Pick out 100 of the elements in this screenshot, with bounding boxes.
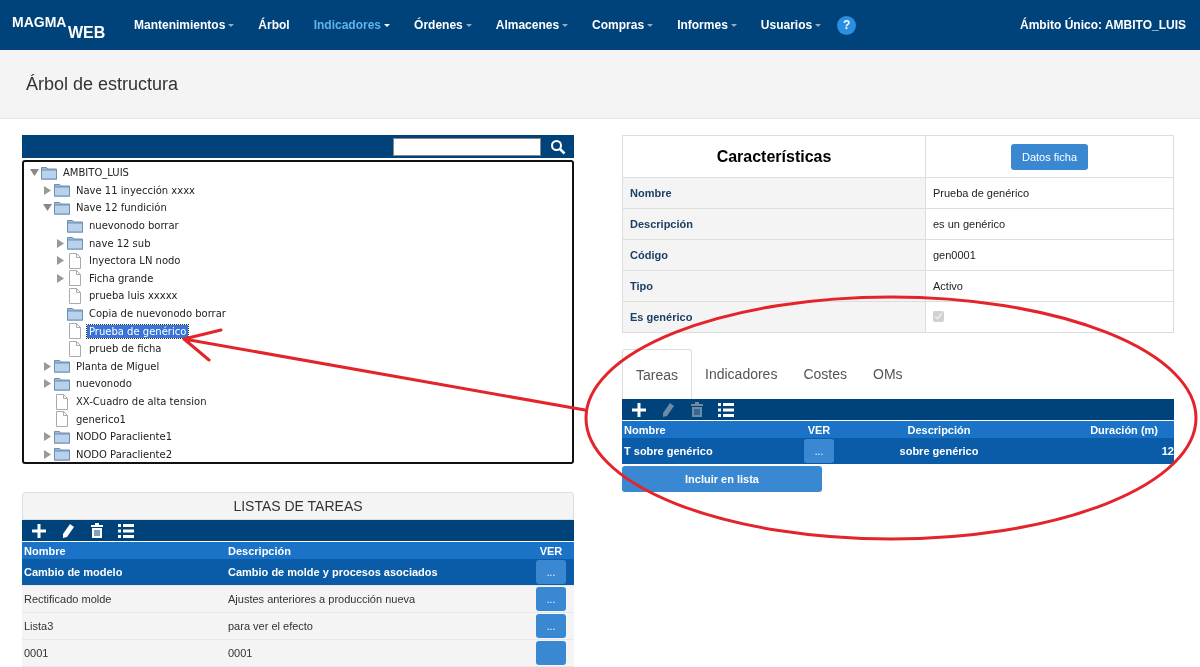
table-cell-text: 0001	[228, 647, 254, 659]
file-icon	[67, 270, 83, 287]
table-cell-text: para ver el efecto	[228, 620, 314, 632]
folder-icon	[67, 235, 83, 252]
plus-icon[interactable]	[631, 401, 647, 418]
field-label: Descripción	[622, 208, 926, 240]
table-cell-text: T sobre genérico	[623, 445, 714, 457]
column-header: Nombre	[623, 423, 667, 436]
view-button[interactable]: ...	[536, 587, 566, 611]
tree-item[interactable]: NODO Paracliente1	[74, 430, 175, 444]
column-header: Descripción	[228, 544, 292, 557]
table-row[interactable]: Lista3 para ver el efecto ...	[22, 613, 574, 640]
expand-icon[interactable]	[43, 449, 52, 459]
tree-item[interactable]: generico1	[74, 412, 128, 426]
scope-label: Ámbito Único: AMBITO_LUIS	[1020, 18, 1187, 32]
section-title: Características	[622, 135, 926, 178]
table-cell-text: Rectificado molde	[23, 593, 113, 605]
field-value: es un genérico	[925, 208, 1174, 240]
tree-item[interactable]: Copia de nuevonodo borrar	[87, 307, 228, 321]
folder-icon	[54, 428, 70, 445]
folder-icon	[54, 375, 70, 392]
table-cell-text: Lista3	[23, 620, 55, 632]
tree-item[interactable]: XX-Cuadro de alta tension	[74, 395, 209, 408]
file-icon	[67, 252, 83, 269]
column-header: Nombre	[23, 544, 67, 557]
tree-item[interactable]: NODO Paracliente2	[74, 447, 175, 461]
tree-item[interactable]: prueb de ficha	[87, 342, 164, 356]
file-icon	[67, 323, 83, 340]
tree-item[interactable]: nuevonodo	[74, 377, 134, 391]
search-icon[interactable]	[550, 138, 566, 155]
expand-icon[interactable]	[43, 432, 52, 442]
menu-item[interactable]: Árbol	[246, 5, 302, 45]
menu-item[interactable]: Indicadores	[301, 5, 403, 45]
folder-icon	[54, 182, 70, 199]
table-cell-text: 12	[1160, 445, 1174, 457]
tree-item[interactable]: nuevonodo borrar	[87, 219, 181, 233]
menu-item[interactable]: Mantenimientos	[122, 5, 247, 45]
field-value: Activo	[925, 270, 1174, 302]
tree-item[interactable]: prueba luis xxxxx	[87, 289, 180, 303]
column-header: Duración (m)	[1089, 423, 1159, 436]
tree-item[interactable]: Nave 11 inyección xxxx	[74, 183, 198, 197]
table-row[interactable]: Rectificado molde Ajustes anteriores a producción nueva ...	[22, 586, 574, 613]
include-button[interactable]: Incluir en lista	[622, 466, 822, 492]
view-button[interactable]: ...	[804, 439, 834, 463]
collapse-icon[interactable]	[30, 168, 39, 178]
menu-item[interactable]: Órdenes	[402, 5, 484, 45]
data-sheet-button[interactable]: Datos ficha	[1011, 143, 1088, 170]
menu-item[interactable]: Informes	[665, 5, 749, 45]
table-row[interactable]: T sobre genérico ... sobre genérico 12	[622, 438, 1174, 464]
file-icon	[54, 393, 70, 410]
column-header: VER	[538, 544, 564, 557]
menu-item[interactable]: Almacenes	[483, 5, 581, 45]
view-button[interactable]: ...	[536, 614, 566, 638]
tab[interactable]: Indicadores	[692, 349, 791, 399]
tab[interactable]: OMs	[860, 349, 916, 399]
table-cell-text: Cambio de modelo	[23, 566, 124, 578]
tree-item[interactable]: AMBITO_LUIS	[61, 166, 131, 180]
file-icon	[67, 287, 83, 304]
expand-icon[interactable]	[56, 256, 65, 266]
folder-icon	[54, 358, 70, 375]
folder-icon	[67, 217, 83, 234]
table-cell-text: 0001	[23, 647, 50, 659]
field-value: Prueba de genérico	[925, 177, 1174, 209]
folder-icon	[41, 164, 57, 181]
column-header: Descripción	[906, 423, 972, 436]
tree-item[interactable]: Ficha grande	[87, 271, 156, 285]
search-field[interactable]	[393, 137, 541, 156]
tree-item[interactable]: Nave 12 fundición	[74, 201, 169, 215]
menu-item[interactable]: Compras	[580, 5, 666, 45]
tree-item[interactable]: Prueba de genérico	[87, 324, 189, 338]
file-icon	[67, 340, 83, 357]
view-button[interactable]: ...	[536, 560, 566, 584]
tree-item[interactable]: nave 12 sub	[87, 236, 153, 250]
table-cell-text: Ajustes anteriores a producción nueva	[228, 593, 417, 605]
field-value: gen0001	[925, 239, 1174, 271]
folder-icon	[54, 446, 70, 463]
tree-item[interactable]: Inyectora LN nodo	[87, 254, 183, 268]
menu-item[interactable]: Usuarios	[748, 5, 834, 45]
panel-title: LISTAS DE TAREAS	[22, 492, 574, 520]
table-row[interactable]: 0001 0001	[22, 640, 574, 667]
field-label: Nombre	[622, 177, 926, 209]
collapse-icon[interactable]	[43, 203, 52, 213]
table-cell-text: Cambio de molde y procesos asociados	[228, 566, 439, 578]
table-cell-text: sobre genérico	[898, 445, 980, 457]
tab[interactable]: Costes	[790, 349, 860, 399]
expand-icon[interactable]	[56, 273, 65, 283]
expand-icon[interactable]	[43, 361, 52, 371]
pencil-icon[interactable]	[60, 522, 76, 539]
expand-icon[interactable]	[43, 185, 52, 195]
field-label: Es genérico	[622, 301, 926, 333]
tree-item[interactable]: Planta de Miguel	[74, 359, 162, 373]
table-row[interactable]: Cambio de modelo Cambio de molde y procesos asociados ...	[22, 559, 574, 586]
plus-icon[interactable]	[31, 522, 47, 539]
folder-icon	[54, 200, 70, 216]
list-icon[interactable]	[118, 522, 134, 539]
trash-icon[interactable]	[89, 522, 105, 539]
expand-icon[interactable]	[43, 379, 52, 389]
page-title: Árbol de estructura	[26, 73, 179, 95]
expand-icon[interactable]	[56, 238, 65, 248]
list-icon[interactable]	[718, 401, 734, 418]
